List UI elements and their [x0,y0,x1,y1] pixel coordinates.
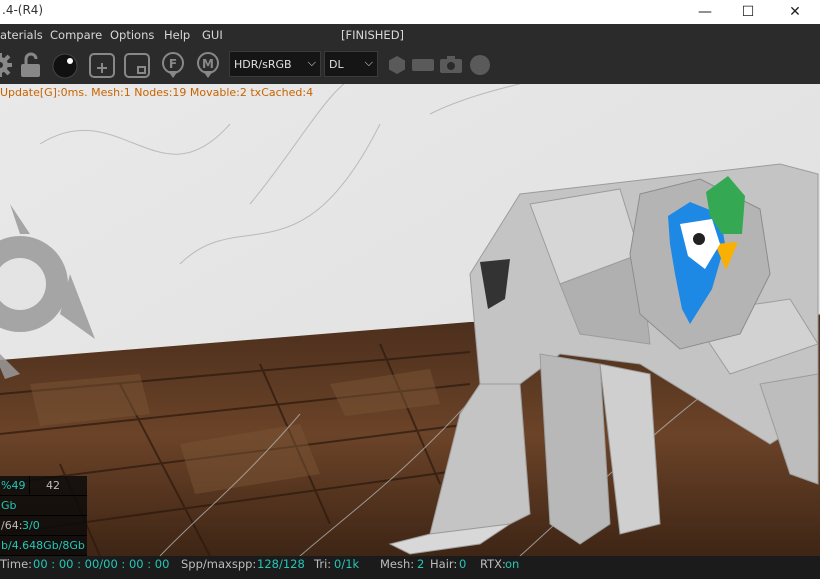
menu-bar: aterials Compare Options Help GUI [FINIS… [0,24,820,46]
circle-icon[interactable] [466,51,494,79]
mesh-label: Mesh: [380,557,415,571]
time-label: Time: [0,557,33,571]
divider [29,476,30,495]
hair-label: Hair: [430,557,458,571]
minimize-icon: — [698,4,712,20]
mesh-value: 2 [417,557,425,571]
hair-value: 0 [459,557,467,571]
render-viewport[interactable] [0,84,820,556]
f-pin-icon[interactable]: F [159,51,187,79]
window-titlebar: .4-(R4) — ☐ ✕ [0,0,820,24]
minimize-button[interactable]: — [682,0,728,24]
stats-panel: %49 42 Gb /64: 3/0 b/4.648Gb/8Gb [0,476,87,556]
chevron-down-icon: ⌵ [307,56,316,69]
tonemap-select[interactable]: HDR/sRGB ⌵ [229,51,321,77]
render-state: [FINISHED] [341,28,405,42]
svg-text:F: F [169,57,177,71]
kernel-value: DL [329,58,344,71]
textures-value: 3/0 [22,519,40,532]
node-icon[interactable] [123,51,151,79]
tri-value: 0/1k [334,557,360,571]
memory-unit: Gb [1,499,17,512]
gpu-usage: %49 [1,479,26,492]
toolbar: F M HDR/sRGB ⌵ DL ⌵ [0,46,820,84]
camera-icon[interactable] [437,51,465,79]
unlock-icon[interactable] [17,51,45,79]
close-button[interactable]: ✕ [772,0,818,24]
hexagon-icon[interactable] [383,51,411,79]
window-title: .4-(R4) [2,3,44,17]
gear-icon[interactable] [0,51,14,79]
vram-usage: b/4.648Gb/8Gb [1,539,85,552]
sphere-icon[interactable] [51,51,79,79]
spp-label: Spp/maxspp: [181,557,257,571]
textures-label: /64: [1,519,23,532]
spp-value: 128/128 [257,557,305,571]
bottom-status-bar: Time: 00 : 00 : 00/00 : 00 : 00 Spp/maxs… [0,556,820,579]
add-node-icon[interactable] [88,51,116,79]
maximize-button[interactable]: ☐ [725,0,771,24]
tri-label: Tri: [314,557,332,571]
m-pin-icon[interactable]: M [194,51,222,79]
menu-options[interactable]: Options [110,28,154,42]
render-status-line: Update[G]:0ms. Mesh:1 Nodes:19 Movable:2… [0,86,314,99]
stat-row-vram: b/4.648Gb/8Gb [0,536,87,556]
menu-gui[interactable]: GUI [202,28,223,42]
svg-text:M: M [202,57,214,71]
menu-compare[interactable]: Compare [50,28,102,42]
tonemap-value: HDR/sRGB [234,58,292,71]
stat-row-gpu: %49 42 [0,476,87,496]
rendered-scene [0,84,820,556]
gpu-temp: 42 [46,479,60,492]
stat-row-mem: Gb [0,496,87,516]
time-value: 00 : 00 : 00/00 : 00 : 00 [33,557,170,571]
maximize-icon: ☐ [741,4,755,20]
kernel-select[interactable]: DL ⌵ [324,51,378,77]
menu-help[interactable]: Help [164,28,190,42]
menu-materials[interactable]: aterials [0,28,43,42]
rectangle-icon[interactable] [409,51,437,79]
stat-row-textures: /64: 3/0 [0,516,87,536]
rtx-value: on [505,557,520,571]
chevron-down-icon: ⌵ [364,56,373,69]
close-icon: ✕ [789,4,801,20]
rtx-label: RTX: [480,557,506,571]
